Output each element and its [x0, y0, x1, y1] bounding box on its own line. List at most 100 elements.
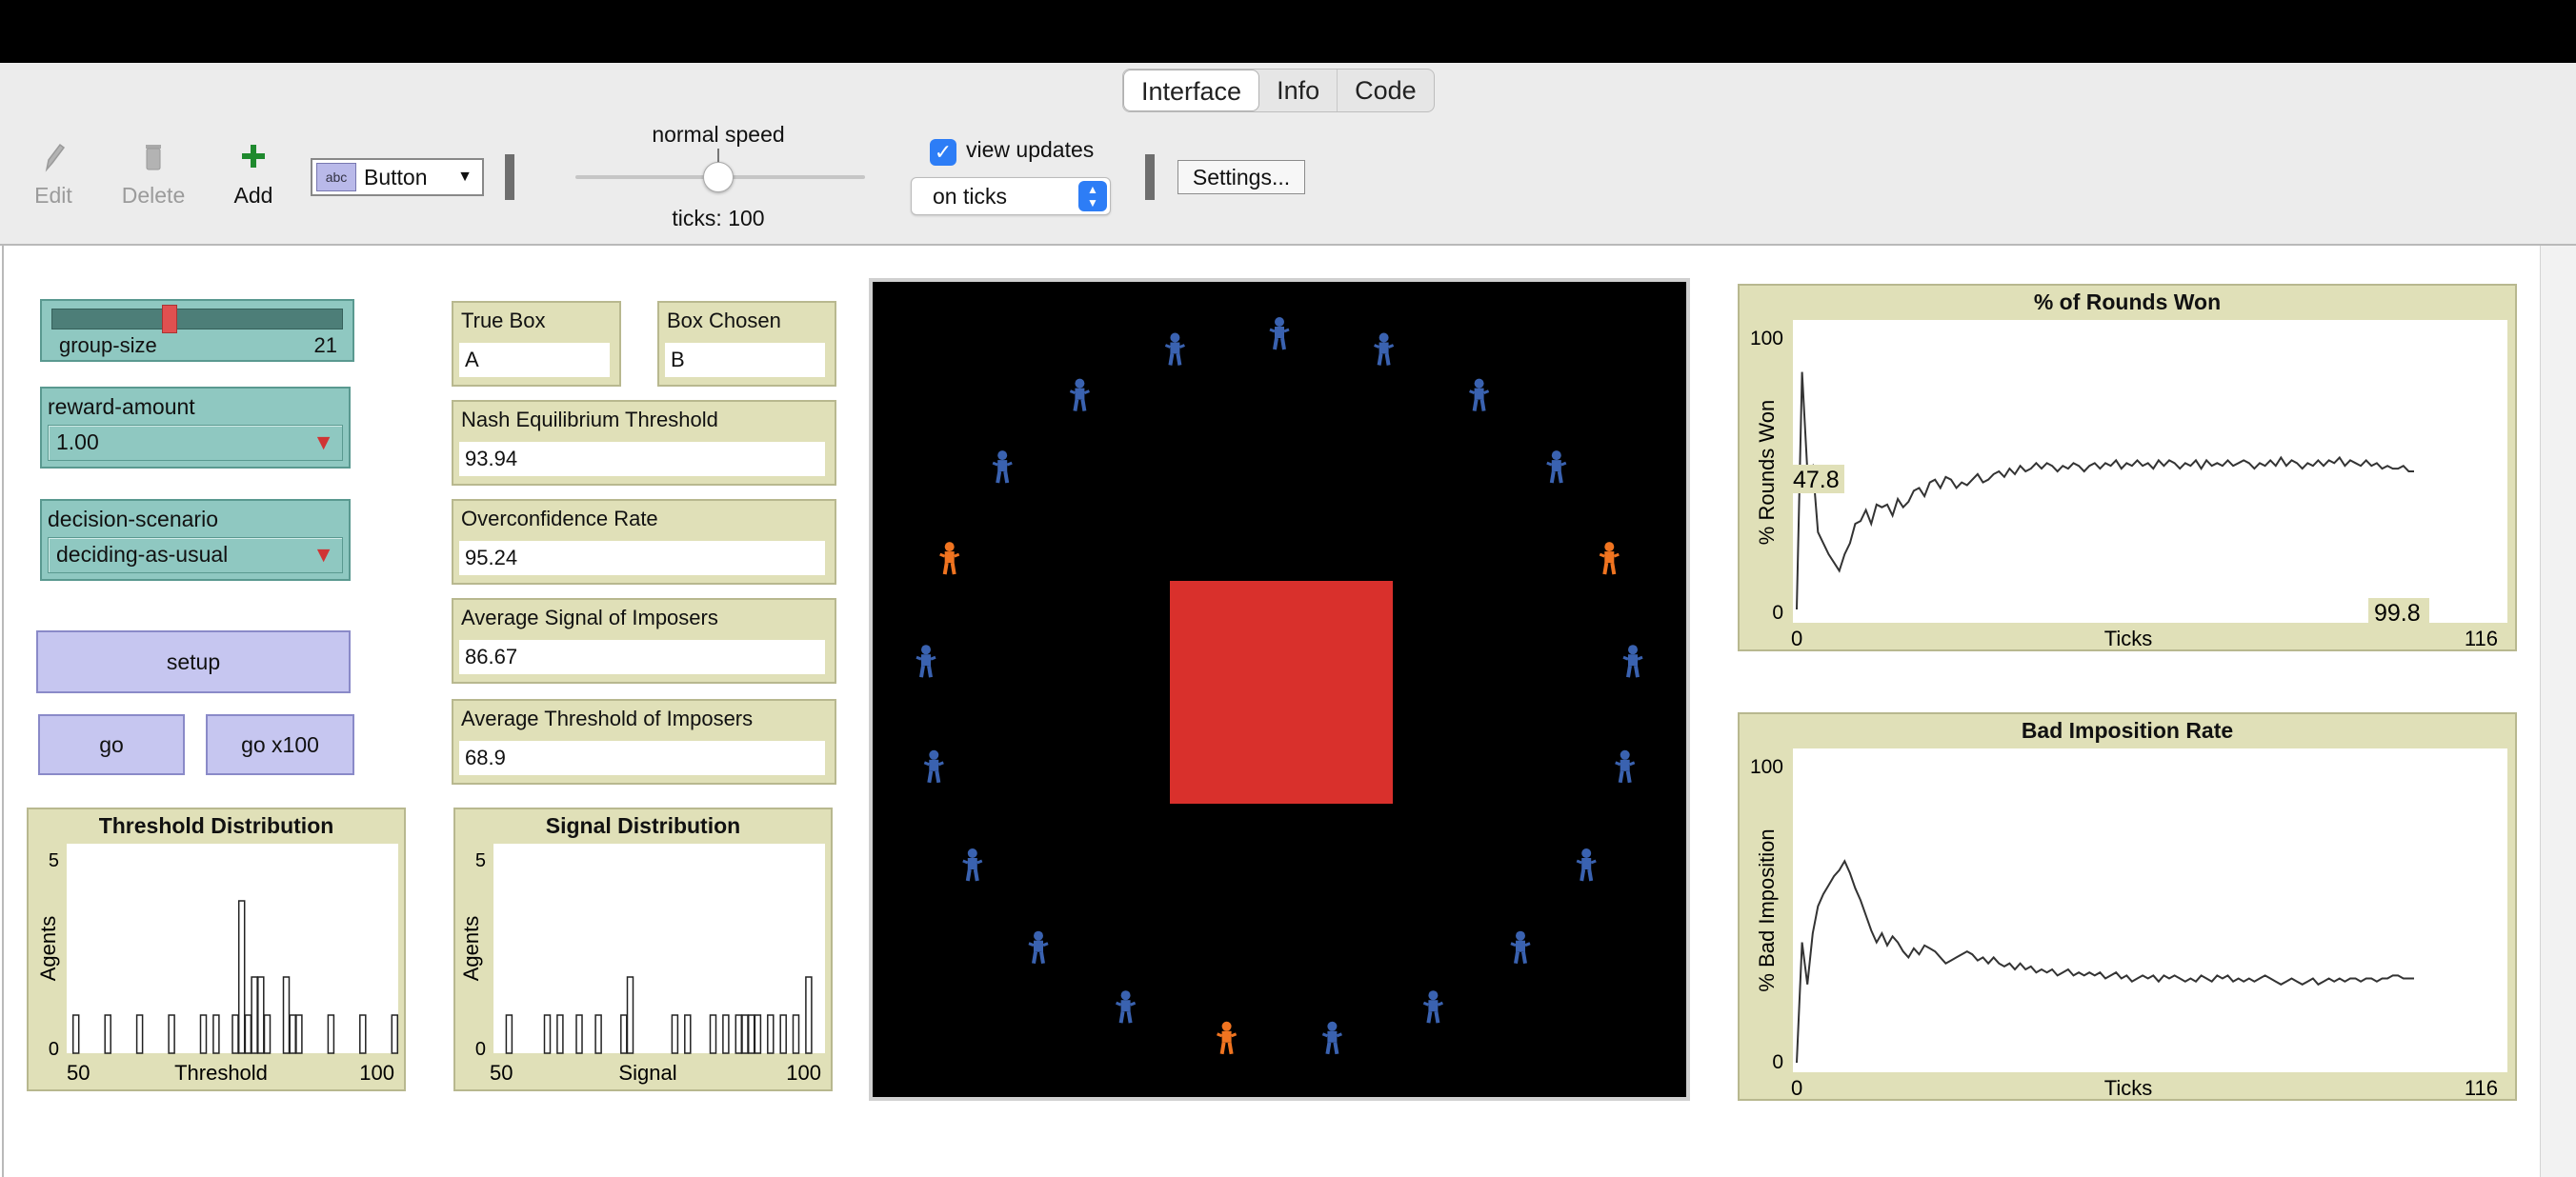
decision-scenario-label: decision-scenario: [48, 507, 218, 531]
monitor-value: 93.94: [459, 442, 825, 476]
y-tick-max: 100: [1750, 756, 1783, 778]
speed-tick-mark: [717, 149, 719, 162]
y-tick-min: 0: [1772, 602, 1783, 624]
max-value-annotation: 99.8: [2374, 600, 2421, 627]
agent-person-icon: [992, 450, 1013, 484]
true-box-monitor: True Box A: [452, 301, 621, 387]
widget-type-select[interactable]: abc Button ▼: [311, 158, 484, 196]
slider-track[interactable]: [51, 309, 343, 329]
y-axis-label: Agents: [459, 916, 483, 982]
dropdown-triangle-icon: ▼: [312, 542, 334, 567]
tab-code[interactable]: Code: [1338, 70, 1434, 111]
slider-handle[interactable]: [162, 305, 177, 333]
overconfidence-rate-monitor: Overconfidence Rate 95.24: [452, 499, 836, 585]
monitor-value: 68.9: [459, 741, 825, 775]
agent-person-icon: [962, 848, 983, 882]
tab-info[interactable]: Info: [1259, 70, 1338, 111]
threshold-distribution-chart: 5 0 50 100 Threshold Agents: [36, 844, 399, 1085]
ticks-counter: ticks: 100: [672, 206, 765, 230]
box-patch: [1170, 581, 1393, 804]
speed-slider-thumb[interactable]: [703, 162, 734, 192]
pencil-icon: [45, 143, 66, 172]
dropdown-triangle-icon: ▼: [312, 429, 334, 454]
plot-area: [493, 844, 825, 1053]
bad-imposition-plot: Bad Imposition Rate 100 0 0 116 Ticks % …: [1738, 712, 2517, 1101]
x-axis-label: Signal: [618, 1061, 676, 1085]
monitor-label: True Box: [461, 309, 546, 332]
y-axis-label: Agents: [36, 916, 60, 982]
delete-button[interactable]: Delete: [118, 139, 189, 209]
setup-button[interactable]: setup: [36, 630, 351, 693]
signal-distribution-chart: 5 0 50 100 Signal Agents: [459, 844, 825, 1085]
reward-amount-chooser[interactable]: reward-amount 1.00 ▼: [40, 387, 351, 469]
monitor-label: Overconfidence Rate: [461, 507, 658, 530]
y-tick-max: 5: [49, 850, 59, 871]
edit-button[interactable]: Edit: [27, 139, 80, 209]
agent-person-icon: [1116, 990, 1137, 1024]
plot-area: [1793, 748, 2507, 1072]
monitor-label: Average Threshold of Imposers: [461, 707, 754, 730]
vertical-scrollbar[interactable]: [2540, 246, 2576, 1177]
monitor-value: 95.24: [459, 541, 825, 575]
agent-person-icon: [1576, 848, 1597, 882]
x-axis-label: Ticks: [2104, 1076, 2153, 1100]
x-tick-max: 116: [2465, 627, 2498, 650]
group-size-label: group-size: [59, 333, 157, 357]
agent-person-icon: [1321, 1021, 1342, 1055]
toolbar-separator: [1145, 154, 1155, 200]
agent-person-icon: [1546, 450, 1567, 484]
go-button[interactable]: go: [38, 714, 185, 775]
x-axis-label: Ticks: [2104, 627, 2153, 650]
world-canvas[interactable]: [878, 288, 1680, 1091]
y-tick-max: 100: [1750, 328, 1783, 349]
button-widget-icon: abc: [316, 163, 356, 191]
x-tick-max: 116: [2465, 1076, 2498, 1100]
x-tick-min: 0: [1791, 627, 1802, 650]
monitor-value: B: [665, 343, 825, 377]
x-tick-min: 50: [490, 1061, 513, 1085]
x-tick-max: 100: [786, 1061, 821, 1085]
y-tick-min: 0: [1772, 1051, 1783, 1073]
plus-icon: [242, 145, 265, 168]
y-axis-label: % Rounds Won: [1755, 400, 1779, 545]
agent-person-icon: [1615, 749, 1636, 784]
signal-distribution-plot: Signal Distribution 5 0 50 100 Signal Ag…: [453, 808, 833, 1091]
monitor-label: Box Chosen: [667, 309, 781, 332]
threshold-distribution-plot: Threshold Distribution 5 0 50 100 Thresh…: [27, 808, 406, 1091]
checkmark-icon: ✓: [934, 140, 953, 164]
average-threshold-monitor: Average Threshold of Imposers 68.9: [452, 699, 836, 785]
rounds-won-plot: % of Rounds Won 100 0 0 116 Ticks % Roun…: [1738, 284, 2517, 651]
edit-label: Edit: [34, 183, 72, 208]
agent-person-icon: [1510, 930, 1531, 965]
agent-person-icon: [916, 645, 936, 678]
decision-scenario-chooser[interactable]: decision-scenario deciding-as-usual ▼: [40, 499, 351, 581]
nash-threshold-monitor: Nash Equilibrium Threshold 93.94: [452, 400, 836, 486]
y-tick-max: 5: [475, 850, 486, 871]
monitor-value: A: [459, 343, 610, 377]
tab-interface[interactable]: Interface: [1123, 70, 1260, 111]
box-chosen-monitor: Box Chosen B: [657, 301, 836, 387]
plot-area: [1793, 320, 2507, 623]
monitor-value: 86.67: [459, 640, 825, 674]
go-100-button[interactable]: go x100: [206, 714, 354, 775]
agent-person-icon: [1217, 1021, 1238, 1055]
current-value-annotation: 47.8: [1793, 467, 1840, 493]
agent-person-icon: [923, 749, 944, 784]
add-button[interactable]: Add: [227, 139, 280, 209]
view-updates-checkbox[interactable]: ✓: [930, 139, 956, 166]
agent-person-icon: [1069, 378, 1090, 411]
toolbar-separator: [505, 154, 514, 200]
group-size-slider[interactable]: group-size 21: [40, 299, 354, 362]
widget-type-value: Button: [364, 164, 428, 190]
agent-person-icon: [939, 542, 960, 575]
monitor-label: Nash Equilibrium Threshold: [461, 408, 718, 431]
speed-label: normal speed: [652, 122, 785, 147]
y-tick-min: 0: [475, 1039, 486, 1060]
x-tick-min: 0: [1791, 1076, 1802, 1100]
tab-bar: Interface Info Code: [1122, 69, 1435, 112]
settings-button[interactable]: Settings...: [1177, 160, 1305, 194]
updown-arrows-icon[interactable]: ▲ ▼: [1078, 181, 1107, 211]
view-updates-label: view updates: [966, 137, 1095, 162]
bad-imposition-chart: 100 0 0 116 Ticks % Bad Imposition: [1750, 748, 2507, 1100]
dropdown-arrow-icon: ▼: [457, 169, 473, 185]
